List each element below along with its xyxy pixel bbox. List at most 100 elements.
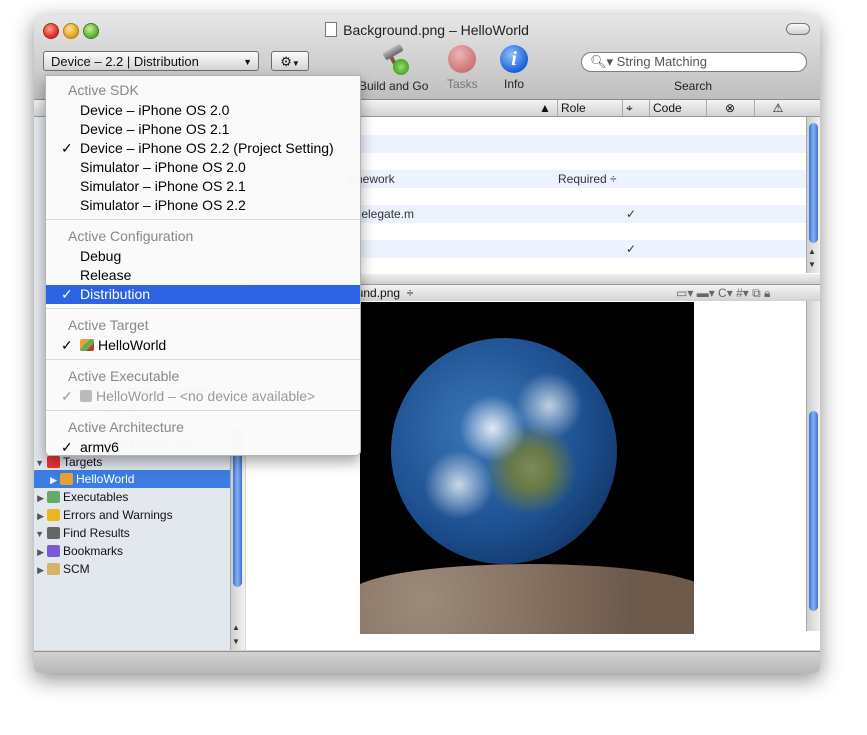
menu-item-label: HelloWorld – <no device available> xyxy=(96,388,316,404)
hammer-icon xyxy=(379,45,409,75)
checkmark-icon: ✓ xyxy=(61,337,73,353)
menu-item[interactable]: Debug xyxy=(46,247,360,266)
disclosure-triangle-icon[interactable]: ▶ xyxy=(34,507,44,525)
sidebar-item[interactable]: ▶ HelloWorld xyxy=(34,470,230,488)
menu-item-label: Debug xyxy=(80,248,122,264)
file-code-check: ✓ xyxy=(626,241,637,256)
sidebar-item-label: Find Results xyxy=(63,526,130,540)
file-list-scroll-thumb[interactable] xyxy=(809,123,818,243)
tasks-button[interactable]: Tasks xyxy=(447,45,478,91)
info-label: Info xyxy=(503,77,524,91)
checkmark-icon: ✓ xyxy=(61,286,73,302)
menu-item[interactable]: Simulator – iPhone OS 2.1 xyxy=(46,177,360,196)
search-label: Search xyxy=(674,79,713,93)
popup-arrow-icon: ▼ xyxy=(243,57,252,67)
scroll-down-arrow[interactable]: ▼ xyxy=(808,260,816,269)
menu-item: ✓ HelloWorld – <no device available> xyxy=(46,387,360,406)
menu-item-label: armv6 xyxy=(80,439,119,455)
warning-icon xyxy=(47,509,60,521)
executable-icon xyxy=(47,491,60,503)
scroll-up-arrow[interactable]: ▲ xyxy=(232,623,240,632)
stop-icon xyxy=(448,45,477,73)
menu-item-label: Simulator – iPhone OS 2.0 xyxy=(80,159,246,175)
info-button[interactable]: i Info xyxy=(500,45,528,91)
overview-menu: Active SDK Device – iPhone OS 2.0 Device –… xyxy=(45,75,361,456)
menu-section-header: Active SDK xyxy=(68,82,139,98)
disclosure-triangle-icon[interactable]: ▼ xyxy=(34,525,44,543)
checkmark-icon: ✓ xyxy=(61,439,73,455)
sidebar-item-label: Targets xyxy=(63,455,103,469)
menu-item-label: Simulator – iPhone OS 2.1 xyxy=(80,178,246,194)
menu-item[interactable]: Simulator – iPhone OS 2.0 xyxy=(46,158,360,177)
scm-icon xyxy=(47,563,60,575)
sidebar-item[interactable]: ▶ Errors and Warnings xyxy=(34,506,230,524)
menu-item[interactable]: Device – iPhone OS 2.0 xyxy=(46,101,360,120)
sidebar-item-label: Errors and Warnings xyxy=(63,508,173,522)
disclosure-triangle-icon[interactable]: ▶ xyxy=(34,471,57,489)
menu-item[interactable]: Device – iPhone OS 2.1 xyxy=(46,120,360,139)
magnifier-icon xyxy=(47,527,60,539)
column-role[interactable]: Role xyxy=(557,100,586,116)
scroll-down-arrow[interactable]: ▼ xyxy=(232,637,240,646)
file-role: Required ÷ xyxy=(558,171,617,186)
bookmark-icon xyxy=(47,545,60,557)
editor-scroll-thumb[interactable] xyxy=(809,411,818,611)
menu-section-header: Active Target xyxy=(68,317,149,333)
menu-item[interactable]: Release xyxy=(46,266,360,285)
menu-item[interactable]: ✓ armv6 xyxy=(46,438,360,457)
menu-item[interactable]: Simulator – iPhone OS 2.2 xyxy=(46,196,360,215)
disclosure-triangle-icon[interactable]: ▶ xyxy=(34,543,44,561)
column-target-icon[interactable]: ⌖ xyxy=(622,100,633,116)
action-button[interactable]: ⚙▼ xyxy=(271,51,309,71)
sidebar-item[interactable]: ▶ Executables xyxy=(34,488,230,506)
window-title: Background.png – HelloWorld xyxy=(34,22,820,38)
sidebar-item-label: HelloWorld xyxy=(76,472,135,486)
sidebar-item[interactable]: ▼ Find Results xyxy=(34,524,230,542)
file-code-check: ✓ xyxy=(626,206,637,221)
target-app-icon xyxy=(60,473,73,485)
disclosure-triangle-icon[interactable]: ▶ xyxy=(34,561,44,579)
editor-scrollbar[interactable] xyxy=(806,301,820,631)
search-placeholder: String Matching xyxy=(616,54,707,69)
menu-item-label: Simulator – iPhone OS 2.2 xyxy=(80,197,246,213)
sidebar-item[interactable]: ▶ SCM xyxy=(34,560,230,578)
gear-icon: ⚙ xyxy=(280,54,292,69)
sidebar-item-label: Bookmarks xyxy=(63,544,124,558)
checkmark-icon: ✓ xyxy=(61,140,73,156)
menu-separator xyxy=(46,308,360,309)
moon-surface-image xyxy=(360,564,694,634)
menu-section-header: Active Executable xyxy=(68,368,180,384)
build-and-go-label: Build and Go xyxy=(359,79,429,93)
menu-item[interactable]: ✓ Device – iPhone OS 2.2 (Project Setting… xyxy=(46,139,360,158)
overview-popup-button[interactable]: Device – 2.2 | Distribution ▼ xyxy=(43,51,259,71)
disclosure-triangle-icon[interactable]: ▶ xyxy=(34,489,44,507)
toolbar-toggle-button[interactable] xyxy=(786,23,810,35)
menu-separator xyxy=(46,410,360,411)
build-and-go-button[interactable]: Build and Go xyxy=(359,45,428,93)
document-icon xyxy=(325,22,338,37)
menu-item[interactable]: ✓ Distribution xyxy=(46,285,360,304)
chevron-down-icon: ▼ xyxy=(291,59,300,68)
editor-bar-icons[interactable]: ▭▾ ▬▾ C▾ #▾ ⧉ 🔒︎ xyxy=(676,285,770,301)
menu-item-label: Device – iPhone OS 2.2 (Project Setting) xyxy=(80,140,334,156)
menu-section-header: Active Configuration xyxy=(68,228,194,244)
menu-section-header: Active Architecture xyxy=(68,419,184,435)
overview-value: Device – 2.2 | Distribution xyxy=(51,54,199,69)
sort-arrow-icon: ▲ xyxy=(539,101,551,115)
scroll-up-arrow[interactable]: ▲ xyxy=(808,247,816,256)
column-warnings-icon[interactable]: ⚠ xyxy=(754,100,798,116)
menu-item-label: Device – iPhone OS 2.0 xyxy=(80,102,230,118)
column-code[interactable]: Code xyxy=(649,100,682,116)
target-app-icon xyxy=(80,339,94,351)
magnifier-icon: 🔍︎▾ xyxy=(590,54,614,69)
search-input[interactable]: 🔍︎▾ String Matching xyxy=(581,52,807,72)
target-icon xyxy=(47,456,60,468)
file-list-scrollbar[interactable]: ▲ ▼ xyxy=(806,117,820,273)
menu-item-label: Device – iPhone OS 2.1 xyxy=(80,121,230,137)
column-errors-icon[interactable]: ⊗ xyxy=(706,100,750,116)
executable-icon xyxy=(80,390,92,402)
menu-separator xyxy=(46,359,360,360)
sidebar-item[interactable]: ▶ Bookmarks xyxy=(34,542,230,560)
menu-item-label: Release xyxy=(80,267,132,283)
menu-item[interactable]: ✓ HelloWorld xyxy=(46,336,360,355)
